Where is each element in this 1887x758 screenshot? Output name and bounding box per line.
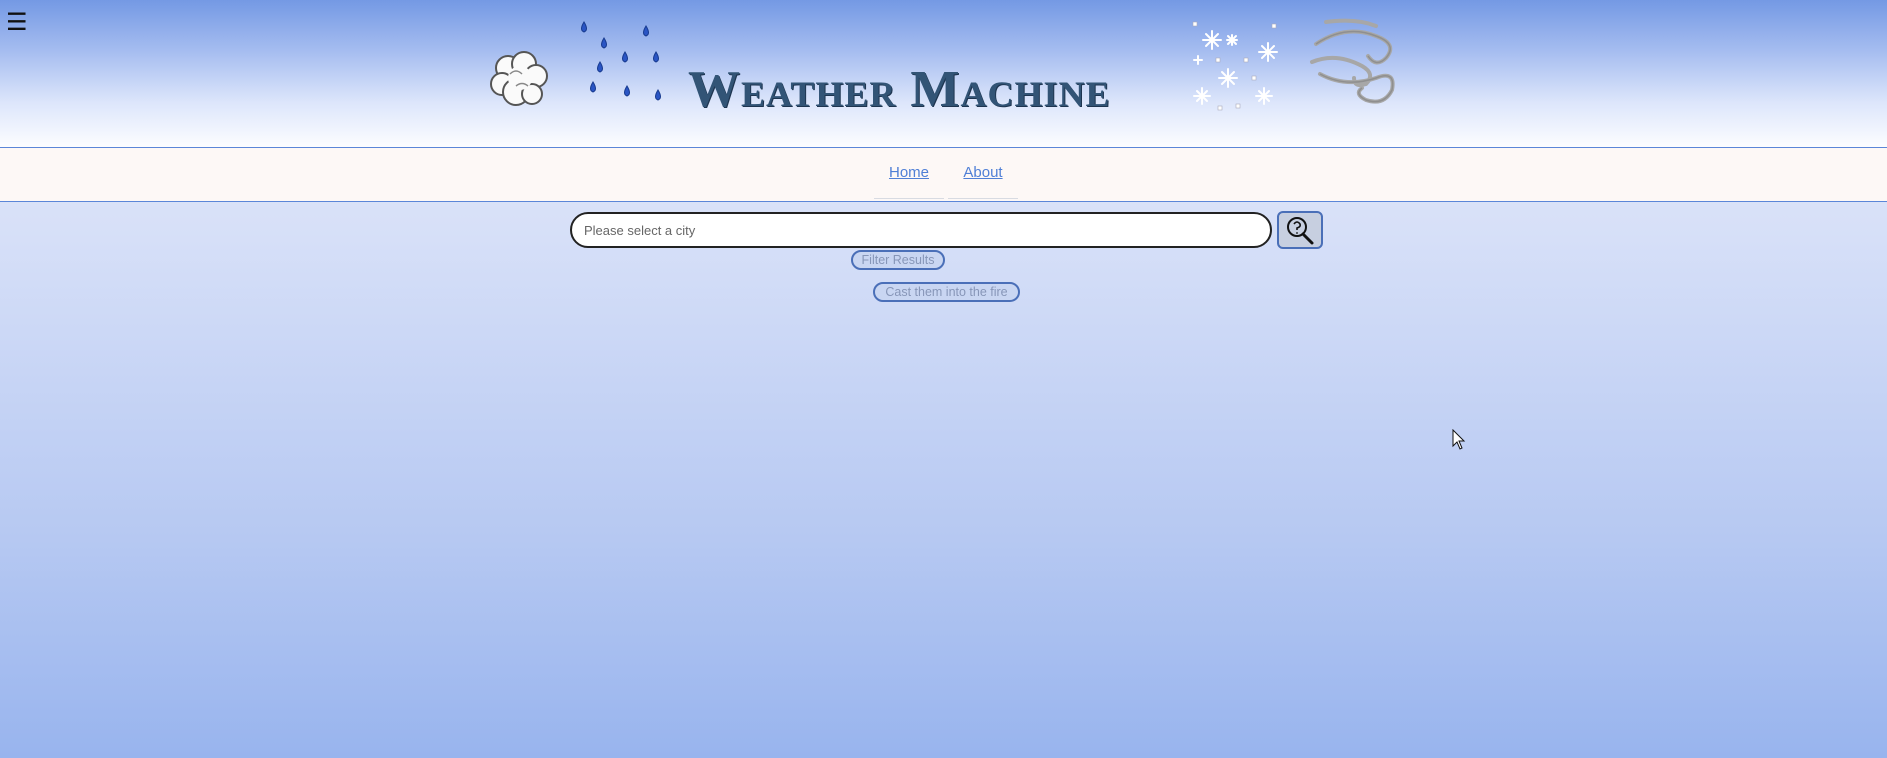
main-nav: Home About — [0, 147, 1887, 202]
wind-icon — [1310, 18, 1395, 104]
cloud-icon — [490, 51, 548, 106]
nav-link-about[interactable]: About — [948, 148, 1018, 199]
cast-into-fire-button[interactable]: Cast them into the fire — [873, 282, 1020, 302]
rain-icon — [581, 21, 661, 101]
search-button[interactable] — [1277, 211, 1323, 249]
filter-results-button[interactable]: Filter Results — [851, 250, 945, 270]
snow-icon — [1192, 21, 1278, 111]
hamburger-menu-icon[interactable]: ☰ — [6, 8, 28, 36]
site-header: ☰ Weather Machine — [0, 0, 1887, 147]
nav-link-home[interactable]: Home — [874, 148, 944, 199]
search-icon — [1287, 217, 1314, 245]
city-search-input[interactable] — [570, 212, 1272, 248]
site-title: Weather Machine — [688, 61, 1111, 118]
mouse-cursor-icon — [1452, 429, 1466, 450]
